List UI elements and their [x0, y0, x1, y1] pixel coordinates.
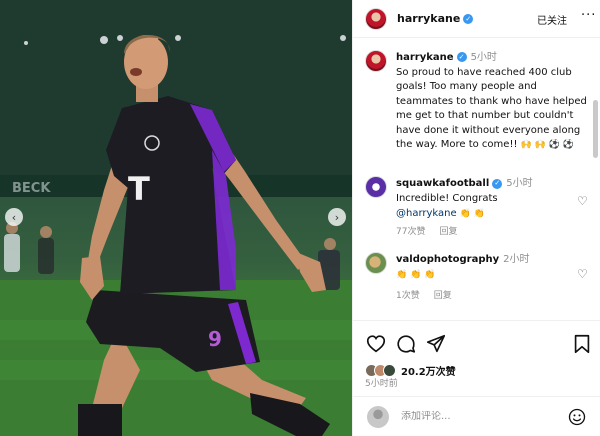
comment-time: 2小时 — [503, 254, 530, 265]
chevron-right-icon: › — [334, 210, 340, 224]
header-username[interactable]: harrykane ✓ — [397, 12, 474, 25]
emoji-icon[interactable] — [567, 407, 587, 427]
add-comment-bar — [353, 396, 600, 436]
caption-username[interactable]: harrykane ✓ — [396, 52, 467, 63]
reply-button[interactable]: 回复 — [434, 291, 452, 301]
comment-time: 5小时 — [506, 178, 533, 189]
avatar[interactable] — [365, 252, 387, 274]
comment-likes[interactable]: 77次赞 — [396, 227, 425, 237]
jersey-number: 9 — [208, 327, 222, 351]
player-photo: BECK 9 T — [0, 0, 352, 436]
comment-username[interactable]: squawkafootball ✓ — [396, 178, 503, 189]
likes-count[interactable]: 20.2万次赞 — [401, 363, 456, 378]
comment-emojis: 👏 👏 — [459, 209, 486, 219]
post-side-panel: harrykane ✓ 已关注 ··· harrykane ✓ 5小时 So prou… — [352, 0, 600, 436]
mention-link[interactable]: @harrykane — [396, 208, 457, 219]
post-timestamp: 5小时前 — [365, 379, 398, 389]
comment-icon[interactable] — [395, 333, 417, 355]
next-image-button[interactable]: › — [328, 208, 346, 226]
verified-icon: ✓ — [492, 178, 503, 189]
avatar[interactable] — [365, 7, 387, 30]
heart-icon[interactable] — [365, 333, 387, 355]
avatar[interactable] — [365, 176, 387, 198]
reply-button[interactable]: 回复 — [439, 227, 457, 237]
prev-image-button[interactable]: ‹ — [5, 208, 23, 226]
post-photo[interactable]: BECK 9 T ‹ › — [0, 0, 352, 436]
comment-meta: 1次赞 回复 — [396, 288, 466, 301]
avatar[interactable] — [365, 50, 387, 72]
user-avatar — [367, 405, 389, 428]
following-button[interactable]: 已关注 — [537, 12, 567, 27]
comment-likes[interactable]: 1次赞 — [396, 291, 420, 301]
comment-input[interactable] — [401, 411, 551, 422]
caption-time: 5小时 — [470, 52, 497, 63]
verified-icon: ✓ — [456, 52, 467, 63]
chevron-left-icon: ‹ — [11, 210, 17, 224]
like-comment-heart-icon[interactable]: ♡ — [577, 267, 588, 281]
sponsor-logo: T — [128, 170, 150, 208]
comments-scroll-area[interactable]: harrykane ✓ 5小时 So proud to have reached 4… — [353, 38, 600, 320]
post-actions: 20.2万次赞 5小时前 — [353, 320, 600, 392]
caption-text: So proud to have reached 400 club goals!… — [396, 66, 587, 151]
verified-icon: ✓ — [463, 14, 474, 24]
caption-emojis: 🙌 🙌 ⚽ ⚽ — [520, 140, 575, 150]
banner-text: BECK — [12, 181, 51, 196]
comment-text: Incredible! Congrats — [396, 193, 498, 204]
bookmark-icon[interactable] — [571, 333, 593, 355]
post-header: harrykane ✓ 已关注 ··· — [353, 0, 600, 38]
more-options-icon[interactable]: ··· — [581, 8, 596, 23]
share-icon[interactable] — [425, 333, 447, 355]
comment-username[interactable]: valdophotography — [396, 254, 499, 265]
comment-emojis: 👏 👏 👏 — [396, 270, 436, 280]
comment-meta: 77次赞 回复 — [396, 224, 471, 237]
like-comment-heart-icon[interactable]: ♡ — [577, 194, 588, 208]
